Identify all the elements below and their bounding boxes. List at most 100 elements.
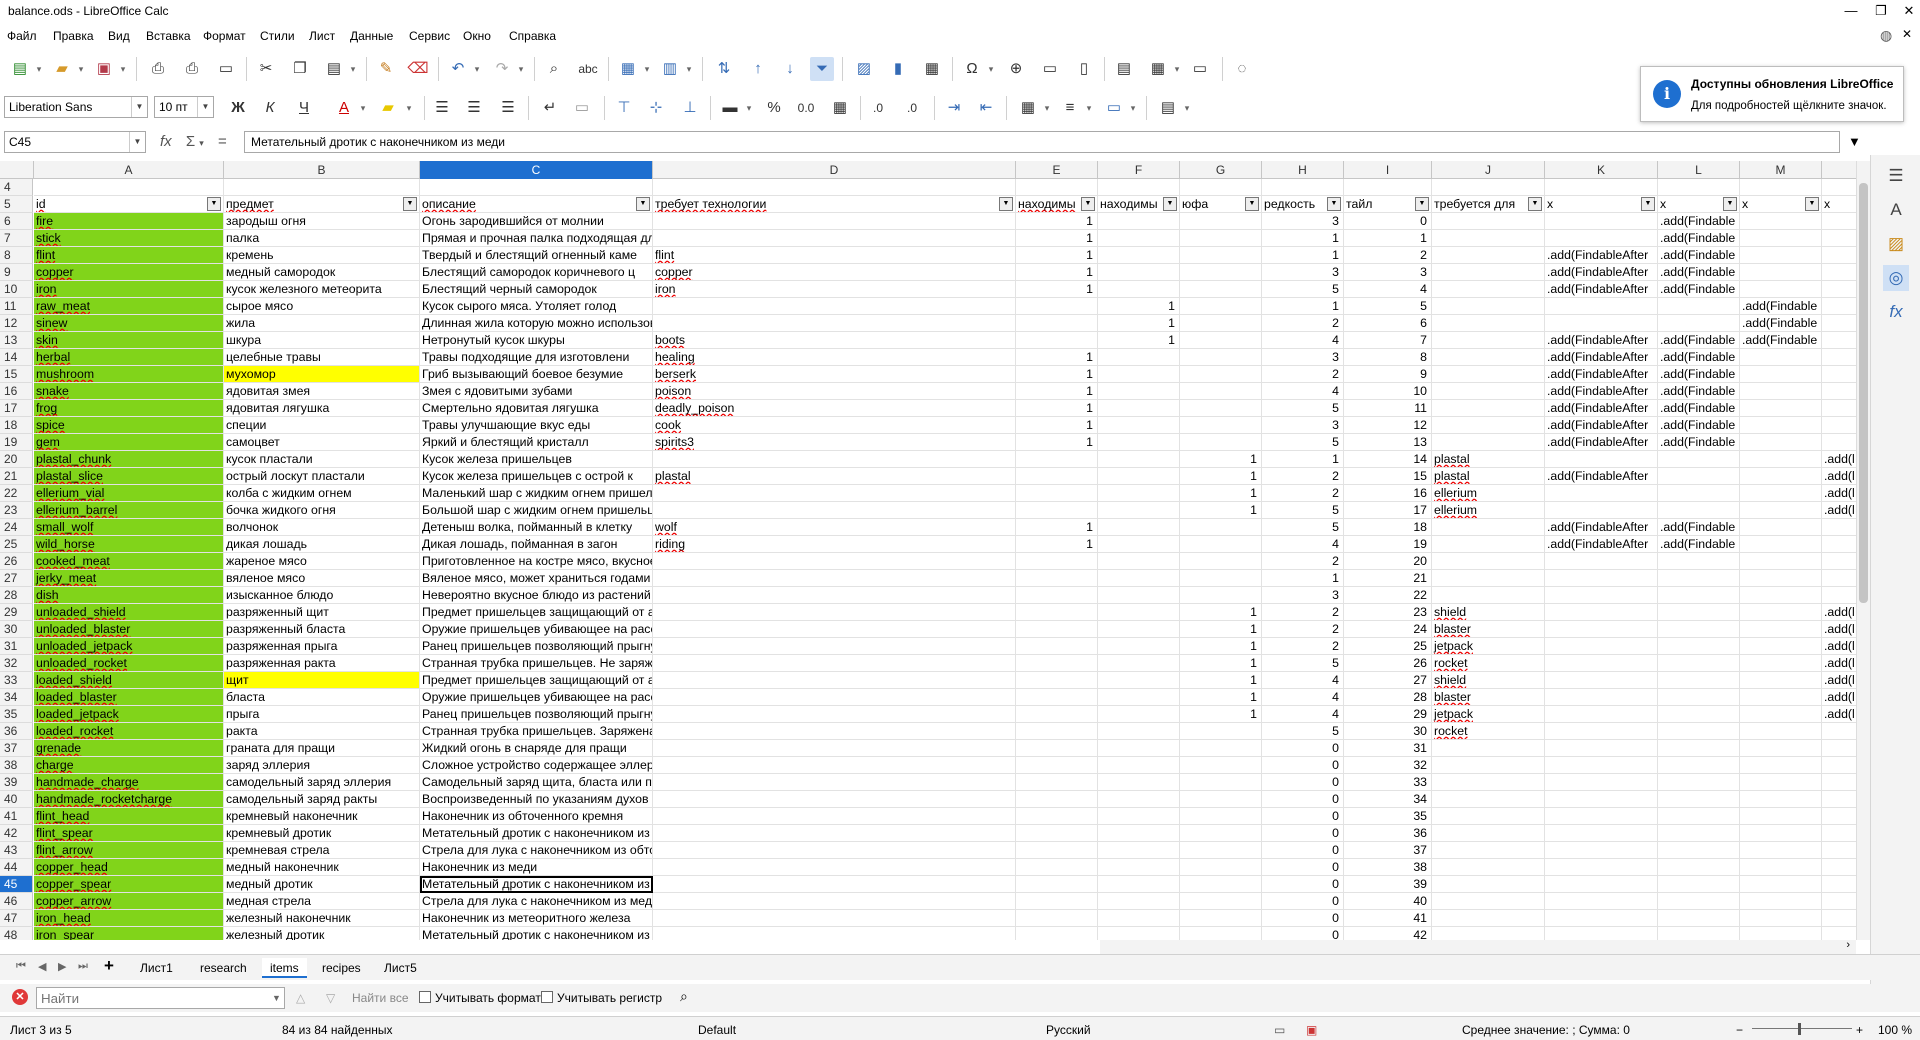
date-format-icon[interactable]: ▦ — [828, 96, 852, 120]
cell-d36[interactable] — [653, 723, 1016, 740]
cell-g13[interactable] — [1180, 332, 1262, 349]
cell-e45[interactable] — [1016, 876, 1098, 893]
cell-j13[interactable] — [1432, 332, 1545, 349]
cell-i19[interactable]: 13 — [1344, 434, 1432, 451]
row-header[interactable]: 18 — [0, 417, 33, 434]
chevron-down-icon[interactable]: ▼ — [197, 97, 213, 117]
cell-c45[interactable]: Метательный дротик с наконечником из мед… — [420, 876, 653, 893]
pivot-table-icon[interactable]: ▦ — [920, 57, 944, 81]
cell-e17[interactable]: 1 — [1016, 400, 1098, 417]
cell-c13[interactable]: Нетронутый кусок шкуры — [420, 332, 653, 349]
cell-k4[interactable] — [1545, 179, 1658, 196]
cell-j10[interactable] — [1432, 281, 1545, 298]
cell-c43[interactable]: Стрела для лука с наконечником из обточе… — [420, 842, 653, 859]
cell-b7[interactable]: палка — [224, 230, 420, 247]
cell-c25[interactable]: Дикая лошадь, пойманная в загон — [420, 536, 653, 553]
cell-f15[interactable] — [1098, 366, 1180, 383]
cell-m29[interactable] — [1740, 604, 1822, 621]
cell-n21[interactable]: .add(l — [1822, 468, 1856, 485]
cell-e30[interactable] — [1016, 621, 1098, 638]
column-header-c[interactable]: C — [420, 161, 653, 179]
cell-h4[interactable] — [1262, 179, 1344, 196]
cell-m22[interactable] — [1740, 485, 1822, 502]
cell-g37[interactable] — [1180, 740, 1262, 757]
cell-a15[interactable]: mushroom — [34, 366, 224, 383]
cell-e38[interactable] — [1016, 757, 1098, 774]
cell-j26[interactable] — [1432, 553, 1545, 570]
cell-l37[interactable] — [1658, 740, 1740, 757]
cell-e27[interactable] — [1016, 570, 1098, 587]
cell-a29[interactable]: unloaded_shield — [34, 604, 224, 621]
selection-mode-icon[interactable]: ▭ — [1274, 1023, 1285, 1037]
column-label-cell[interactable]: x ▼ — [1658, 196, 1740, 213]
cell-i22[interactable]: 16 — [1344, 485, 1432, 502]
cell-n7[interactable] — [1822, 230, 1856, 247]
cell-i27[interactable]: 21 — [1344, 570, 1432, 587]
highlight-dropdown-icon[interactable]: ▾ — [404, 96, 414, 120]
row-header[interactable]: 11 — [0, 298, 33, 315]
cut-icon[interactable]: ✂ — [254, 57, 278, 81]
find-input[interactable] — [36, 987, 285, 1009]
cell-c24[interactable]: Детеныш волка, пойманный в клетку — [420, 519, 653, 536]
cell-l18[interactable]: .add(Findable — [1658, 417, 1740, 434]
cell-e33[interactable] — [1016, 672, 1098, 689]
cell-f10[interactable] — [1098, 281, 1180, 298]
cell-i45[interactable]: 39 — [1344, 876, 1432, 893]
borders-icon[interactable]: ▦ — [1016, 96, 1040, 120]
cell-f41[interactable] — [1098, 808, 1180, 825]
cell-m20[interactable] — [1740, 451, 1822, 468]
cell-j37[interactable] — [1432, 740, 1545, 757]
column-header-l[interactable]: L — [1658, 161, 1740, 179]
cell-d13[interactable]: boots — [653, 332, 1016, 349]
row-dropdown-icon[interactable]: ▾ — [642, 57, 652, 81]
row-header[interactable]: 13 — [0, 332, 33, 349]
cell-b15[interactable]: мухомор — [224, 366, 420, 383]
cell-m26[interactable] — [1740, 553, 1822, 570]
cell-d29[interactable] — [653, 604, 1016, 621]
cell-b37[interactable]: граната для пращи — [224, 740, 420, 757]
cell-e46[interactable] — [1016, 893, 1098, 910]
cell-l33[interactable] — [1658, 672, 1740, 689]
scroll-thumb[interactable] — [1859, 183, 1868, 603]
cell-h25[interactable]: 4 — [1262, 536, 1344, 553]
update-globe-icon[interactable]: ◍ — [1880, 27, 1892, 44]
cell-a42[interactable]: flint_spear — [34, 825, 224, 842]
cell-c47[interactable]: Наконечник из метеоритного железа — [420, 910, 653, 927]
cell-n43[interactable] — [1822, 842, 1856, 859]
name-box[interactable]: C45 ▼ — [4, 131, 146, 153]
paste-dropdown-icon[interactable]: ▾ — [348, 57, 358, 81]
border-style-dropdown-icon[interactable]: ▾ — [1084, 96, 1094, 120]
cell-l41[interactable] — [1658, 808, 1740, 825]
cell-i38[interactable]: 32 — [1344, 757, 1432, 774]
cell-f43[interactable] — [1098, 842, 1180, 859]
cell-k25[interactable]: .add(FindableAfter — [1545, 536, 1658, 553]
cell-h20[interactable]: 1 — [1262, 451, 1344, 468]
cell-m45[interactable] — [1740, 876, 1822, 893]
first-sheet-icon[interactable]: ⏮ — [16, 960, 26, 973]
cell-k19[interactable]: .add(FindableAfter — [1545, 434, 1658, 451]
cell-k12[interactable] — [1545, 315, 1658, 332]
cell-i15[interactable]: 9 — [1344, 366, 1432, 383]
cell-h9[interactable]: 3 — [1262, 264, 1344, 281]
cell-a46[interactable]: copper_arrow — [34, 893, 224, 910]
cell-k29[interactable] — [1545, 604, 1658, 621]
cell-m33[interactable] — [1740, 672, 1822, 689]
cell-f36[interactable] — [1098, 723, 1180, 740]
cell-e39[interactable] — [1016, 774, 1098, 791]
cell-n18[interactable] — [1822, 417, 1856, 434]
cell-l29[interactable] — [1658, 604, 1740, 621]
cell-j19[interactable] — [1432, 434, 1545, 451]
navigator-icon[interactable]: ◎ — [1883, 265, 1909, 291]
undo-dropdown-icon[interactable]: ▾ — [472, 57, 482, 81]
percent-format-icon[interactable]: % — [762, 96, 786, 120]
cell-c20[interactable]: Кусок железа пришельцев — [420, 451, 653, 468]
cell-d23[interactable] — [653, 502, 1016, 519]
row-header[interactable]: 9 — [0, 264, 33, 281]
cell-k33[interactable] — [1545, 672, 1658, 689]
cell-l38[interactable] — [1658, 757, 1740, 774]
menu-view[interactable]: Вид — [108, 29, 130, 43]
cell-i24[interactable]: 18 — [1344, 519, 1432, 536]
cell-n44[interactable] — [1822, 859, 1856, 876]
cell-d48[interactable] — [653, 927, 1016, 940]
cell-d16[interactable]: poison — [653, 383, 1016, 400]
